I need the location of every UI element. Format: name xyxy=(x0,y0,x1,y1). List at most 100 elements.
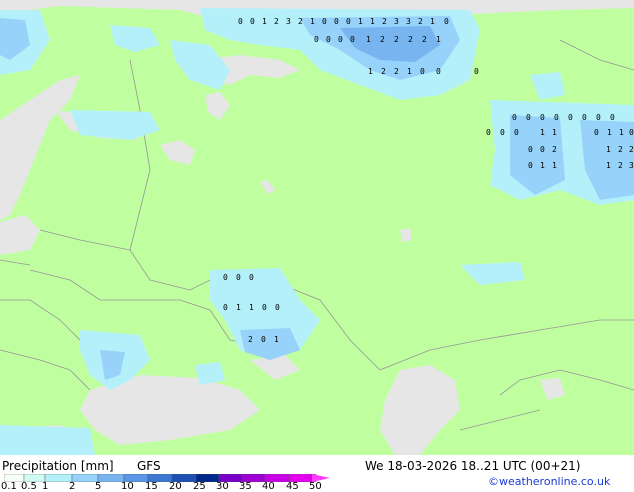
value-label: 2 xyxy=(274,17,279,26)
forecast-datetime: We 18-03-2026 18..21 UTC (00+21) xyxy=(365,459,581,473)
scale-tick-label: 45 xyxy=(286,481,299,492)
scale-tick-label: 50 xyxy=(309,481,322,492)
value-label: 1 xyxy=(552,128,557,137)
value-label: 2 xyxy=(408,35,413,44)
value-label: 2 xyxy=(394,67,399,76)
value-label: 2 xyxy=(618,161,623,170)
lakes xyxy=(260,180,412,242)
value-label: 3 xyxy=(629,161,634,170)
value-label: 0 xyxy=(568,113,573,122)
value-label: 0 xyxy=(594,128,599,137)
credit-link[interactable]: ©weatheronline.co.uk xyxy=(488,475,610,488)
value-label: 1 xyxy=(262,17,267,26)
value-label: 3 xyxy=(406,17,411,26)
scale-tick-label: 0.5 xyxy=(21,481,37,492)
value-label: 0 xyxy=(262,303,267,312)
value-label: 0 xyxy=(540,113,545,122)
value-label: 0 xyxy=(326,35,331,44)
value-label: 1 xyxy=(368,67,373,76)
value-label: 0 xyxy=(444,17,449,26)
scale-tick-label: 5 xyxy=(95,481,102,492)
scale-tick-label: 10 xyxy=(121,481,134,492)
value-label: 1 xyxy=(540,161,545,170)
value-label: 0 xyxy=(540,145,545,154)
legend-title: Precipitation [mm] xyxy=(2,459,114,473)
value-label: 1 xyxy=(606,145,611,154)
scale-tick-label: 1 xyxy=(42,481,49,492)
value-label: 0 xyxy=(474,67,479,76)
value-label: 1 xyxy=(552,161,557,170)
value-label: 0 xyxy=(249,273,254,282)
value-label: 1 xyxy=(274,335,279,344)
map-canvas: 0 0 1 2 3 2 1 0 0 0 1 1 2 3 3 2 1 0 0 0 … xyxy=(0,0,634,455)
value-label: 0 xyxy=(250,17,255,26)
value-label: 1 xyxy=(607,128,612,137)
value-label: 1 xyxy=(310,17,315,26)
value-label: 0 xyxy=(223,273,228,282)
value-label: 0 xyxy=(420,67,425,76)
scale-tick-label: 40 xyxy=(262,481,275,492)
precipitation-areas xyxy=(0,8,634,455)
value-label: 0 xyxy=(486,128,491,137)
scale-tick-label: 35 xyxy=(239,481,252,492)
value-label: 0 xyxy=(346,17,351,26)
value-label: 3 xyxy=(394,17,399,26)
value-label: 2 xyxy=(618,145,623,154)
value-label: 2 xyxy=(552,145,557,154)
value-label: 0 xyxy=(236,273,241,282)
scale-tick-label: 15 xyxy=(145,481,158,492)
color-scale-bar xyxy=(4,474,330,482)
value-label: 0 xyxy=(436,67,441,76)
value-label: 1 xyxy=(619,128,624,137)
value-label: 1 xyxy=(436,35,441,44)
value-label: 2 xyxy=(381,67,386,76)
value-label: 0 xyxy=(338,35,343,44)
scale-tick-label: 20 xyxy=(169,481,182,492)
scale-tick-label: 2 xyxy=(69,481,76,492)
value-label: 1 xyxy=(366,35,371,44)
value-label: 0 xyxy=(223,303,228,312)
value-label: 0 xyxy=(512,113,517,122)
value-label: 2 xyxy=(629,145,634,154)
value-label: 1 xyxy=(236,303,241,312)
scale-tick-label: 0.1 xyxy=(1,481,17,492)
value-label: 0 xyxy=(554,113,559,122)
value-label: 0 xyxy=(261,335,266,344)
value-label: 0 xyxy=(528,145,533,154)
value-label: 1 xyxy=(430,17,435,26)
value-label: 3 xyxy=(286,17,291,26)
value-label: 0 xyxy=(528,161,533,170)
model-name: GFS xyxy=(137,459,161,473)
weather-map: 0 0 1 2 3 2 1 0 0 0 1 1 2 3 3 2 1 0 0 0 … xyxy=(0,0,634,455)
value-label: 2 xyxy=(394,35,399,44)
value-label: 2 xyxy=(422,35,427,44)
scale-tick-label: 25 xyxy=(193,481,206,492)
sea-areas xyxy=(0,0,634,455)
value-label: 1 xyxy=(407,67,412,76)
value-label: 0 xyxy=(526,113,531,122)
value-label: 1 xyxy=(249,303,254,312)
value-label: 0 xyxy=(514,128,519,137)
value-label: 2 xyxy=(380,35,385,44)
value-label: 1 xyxy=(358,17,363,26)
value-label: 0 xyxy=(322,17,327,26)
value-label: 2 xyxy=(382,17,387,26)
value-label: 0 xyxy=(275,303,280,312)
value-label: 0 xyxy=(629,128,634,137)
value-label: 0 xyxy=(314,35,319,44)
value-label: 1 xyxy=(540,128,545,137)
value-label: 0 xyxy=(500,128,505,137)
value-label: 1 xyxy=(370,17,375,26)
value-label: 0 xyxy=(238,17,243,26)
scale-tick-label: 30 xyxy=(216,481,229,492)
value-label: 0 xyxy=(610,113,615,122)
value-label: 2 xyxy=(248,335,253,344)
value-label: 0 xyxy=(350,35,355,44)
value-label: 0 xyxy=(582,113,587,122)
scale-color-swatch xyxy=(44,474,73,482)
value-label: 2 xyxy=(418,17,423,26)
value-label: 0 xyxy=(596,113,601,122)
value-label: 0 xyxy=(334,17,339,26)
value-label: 1 xyxy=(606,161,611,170)
value-label: 2 xyxy=(298,17,303,26)
